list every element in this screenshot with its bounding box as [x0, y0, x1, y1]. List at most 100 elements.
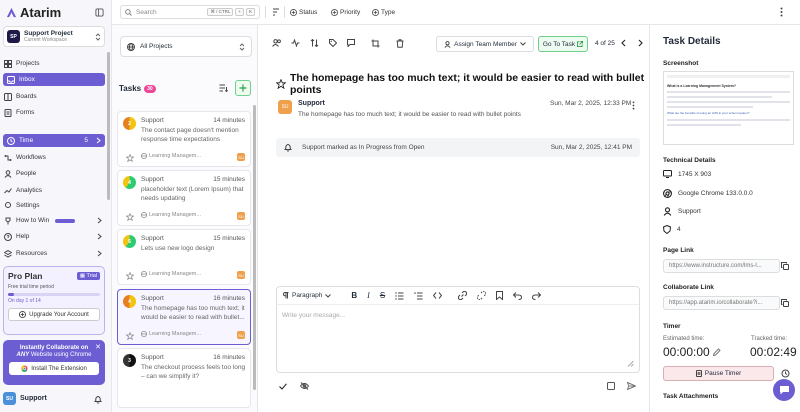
- add-task-button[interactable]: [235, 80, 251, 96]
- pencil-icon[interactable]: [713, 348, 721, 356]
- sidebar-item-how-to-win[interactable]: How to Win: [0, 214, 106, 227]
- user-profile[interactable]: SU Support: [3, 392, 47, 405]
- inbox-icon: [7, 75, 15, 84]
- star-icon[interactable]: [126, 213, 134, 221]
- task-card[interactable]: 3 Support 16 minutes The checkout proces…: [117, 348, 251, 408]
- search-input[interactable]: Search ⌘ / CTRL + K: [120, 5, 260, 19]
- search-icon: [125, 8, 132, 16]
- sidebar-item-analytics[interactable]: Analytics: [0, 184, 106, 197]
- copy-icon[interactable]: [781, 299, 789, 307]
- bold-icon[interactable]: B: [351, 291, 357, 300]
- priority-filter[interactable]: Priority: [331, 5, 360, 19]
- message-input[interactable]: Write your message...: [282, 312, 345, 319]
- star-icon[interactable]: [126, 272, 134, 280]
- sort-tasks-button[interactable]: [216, 80, 231, 95]
- sidebar-item-workflows[interactable]: Workflows: [0, 151, 106, 164]
- trash-icon[interactable]: [396, 39, 404, 48]
- bell-icon[interactable]: [94, 395, 102, 404]
- task-card[interactable]: 5 Support 15 minutes Lets use new logo d…: [117, 229, 251, 285]
- page-link-label: Page Link: [663, 247, 694, 254]
- paragraph-style-select[interactable]: Paragraph: [283, 292, 332, 299]
- sidebar-item-inbox[interactable]: Inbox: [3, 73, 105, 86]
- promo-line2-rest: Website using Chrome: [29, 352, 92, 358]
- bookmark-icon[interactable]: [496, 291, 504, 300]
- task-list-scrollbar[interactable]: [253, 105, 256, 390]
- sort-icon[interactable]: [272, 8, 280, 16]
- chevron-right-icon: [97, 217, 102, 224]
- comment-flag-icon[interactable]: [347, 39, 355, 47]
- thumbnail-heading: What is a Learning Management System?: [667, 84, 737, 88]
- sidebar-item-label: Forms: [16, 109, 35, 116]
- sidebar-item-label: Resources: [16, 250, 48, 257]
- resize-handle-icon[interactable]: [627, 360, 634, 367]
- install-extension-button[interactable]: Install The Extension: [9, 362, 99, 375]
- more-vertical-icon[interactable]: [780, 7, 783, 17]
- task-card[interactable]: 2 Support 14 minutes The contact page do…: [117, 111, 251, 167]
- bullet-list-icon[interactable]: [395, 291, 404, 300]
- team-icon[interactable]: [272, 39, 282, 47]
- task-card-selected[interactable]: 4 Support 16 minutes The homepage has to…: [117, 289, 251, 345]
- activity-icon[interactable]: [291, 39, 300, 47]
- sidebar-scrollbar[interactable]: [107, 52, 110, 200]
- activity-entry: Support marked as In Progress from Open …: [276, 138, 640, 157]
- undo-icon[interactable]: [513, 291, 523, 300]
- sort-arrows-icon[interactable]: [310, 39, 319, 47]
- task-card[interactable]: 4 Support 15 minutes placeholder text (L…: [117, 170, 251, 226]
- task-author: Support: [141, 176, 164, 183]
- assignee-avatar: SU: [237, 331, 245, 339]
- link-icon[interactable]: [458, 291, 468, 300]
- sidebar-item-time[interactable]: Time 5: [3, 134, 105, 147]
- workspace-selector[interactable]: SP Support Project Current Workspace: [3, 26, 105, 47]
- star-icon[interactable]: [126, 154, 134, 162]
- chat-support-button[interactable]: [773, 379, 795, 401]
- numbered-list-icon[interactable]: [414, 291, 423, 300]
- monitor-icon: [663, 170, 672, 178]
- redo-icon[interactable]: [532, 291, 542, 300]
- chevron-right-icon[interactable]: [638, 39, 643, 47]
- unlink-icon[interactable]: [477, 291, 487, 300]
- go-to-task-button[interactable]: Go To Task: [538, 36, 588, 52]
- send-icon[interactable]: [627, 382, 636, 390]
- code-icon[interactable]: [433, 292, 443, 299]
- sidebar-collapse-icon[interactable]: [95, 8, 104, 17]
- eye-off-icon[interactable]: [300, 382, 309, 390]
- trial-badge-label: Trial: [86, 273, 98, 279]
- type-filter[interactable]: Type: [372, 5, 395, 19]
- assign-team-member-select[interactable]: Assign Team Member: [436, 36, 534, 52]
- crop-icon[interactable]: [371, 39, 380, 48]
- strikethrough-icon[interactable]: S: [380, 291, 385, 300]
- tasks-title: Tasks: [119, 84, 142, 93]
- upgrade-button[interactable]: Upgrade Your Account: [8, 308, 100, 321]
- sidebar-item-people[interactable]: People: [0, 167, 106, 180]
- task-toolbar: Assign Team Member Go To Task 4 of 25: [258, 25, 650, 63]
- close-icon[interactable]: ✕: [95, 343, 101, 351]
- divider: [265, 6, 266, 18]
- star-icon[interactable]: [276, 79, 286, 89]
- note-icon[interactable]: [607, 382, 615, 390]
- project-filter-select[interactable]: All Projects: [120, 36, 252, 57]
- copy-icon[interactable]: [781, 262, 789, 270]
- check-icon[interactable]: [279, 383, 287, 390]
- sidebar-item-forms[interactable]: Forms: [0, 106, 106, 119]
- sidebar-item-boards[interactable]: Boards: [0, 90, 106, 103]
- sidebar-item-resources[interactable]: Resources: [0, 247, 106, 260]
- estimated-time-value[interactable]: 00:00:00: [663, 345, 710, 359]
- collaborate-link-field[interactable]: https://app.atarim.io/collaborate?i...: [663, 296, 780, 310]
- screenshot-thumbnail[interactable]: What is a Learning Management System? Wh…: [663, 71, 794, 145]
- thumbnail-line: [667, 123, 741, 126]
- status-filter[interactable]: Status: [290, 5, 317, 19]
- sidebar-item-projects[interactable]: Projects: [0, 57, 106, 70]
- more-vertical-icon[interactable]: [632, 101, 635, 110]
- tag-icon[interactable]: [329, 39, 337, 47]
- chevron-left-icon[interactable]: [621, 39, 626, 47]
- italic-icon[interactable]: I: [367, 291, 370, 300]
- sidebar-item-settings[interactable]: Settings: [0, 200, 106, 210]
- app-logo[interactable]: Atarim: [6, 5, 61, 20]
- page-link-field[interactable]: https://www.instructure.com/lms-l...: [663, 259, 780, 273]
- history-icon[interactable]: [781, 369, 790, 378]
- star-icon[interactable]: [126, 332, 134, 340]
- pause-timer-button[interactable]: Pause Timer: [663, 366, 774, 381]
- activity-date: Sun, Mar 2, 2025, 12:41 PM: [550, 144, 632, 151]
- progress-pill: [55, 218, 76, 223]
- sidebar-item-help[interactable]: Help: [0, 230, 106, 243]
